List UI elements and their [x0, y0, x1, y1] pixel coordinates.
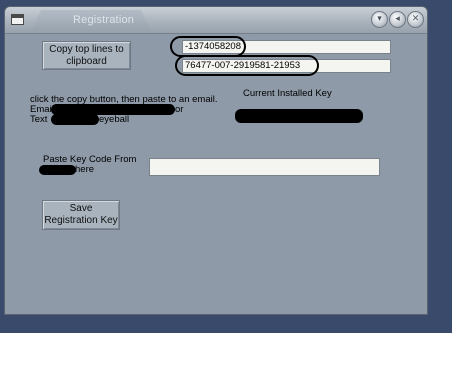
save-registration-key-button[interactable]: Save Registration Key	[42, 200, 120, 230]
highlight-circle-2	[175, 55, 319, 76]
minimize-button-icon[interactable]: ◂	[389, 11, 406, 28]
highlight-circle-1	[170, 36, 246, 57]
redaction-mark	[39, 165, 76, 175]
window-title: Registration	[73, 14, 135, 26]
paste-key-input[interactable]	[149, 158, 380, 176]
app-window-icon[interactable]	[11, 14, 24, 25]
redaction-mark	[51, 114, 99, 125]
email-suffix-label: or	[175, 104, 184, 115]
text-prefix-label: Text	[30, 114, 48, 125]
current-key-heading: Current Installed Key	[243, 88, 332, 99]
title-bar[interactable]: Registration ▾ ◂ ✕	[5, 7, 427, 34]
registration-window: Registration ▾ ◂ ✕ Copy top lines to cli…	[4, 6, 428, 315]
text-suffix-label: eyeball	[99, 114, 130, 125]
copy-top-lines-button[interactable]: Copy top lines to clipboard	[42, 41, 131, 70]
paste-key-label-line2: here	[75, 164, 95, 175]
current-key-redacted	[235, 109, 363, 123]
rollup-button-icon[interactable]: ▾	[371, 11, 388, 28]
close-button-icon[interactable]: ✕	[407, 11, 424, 28]
